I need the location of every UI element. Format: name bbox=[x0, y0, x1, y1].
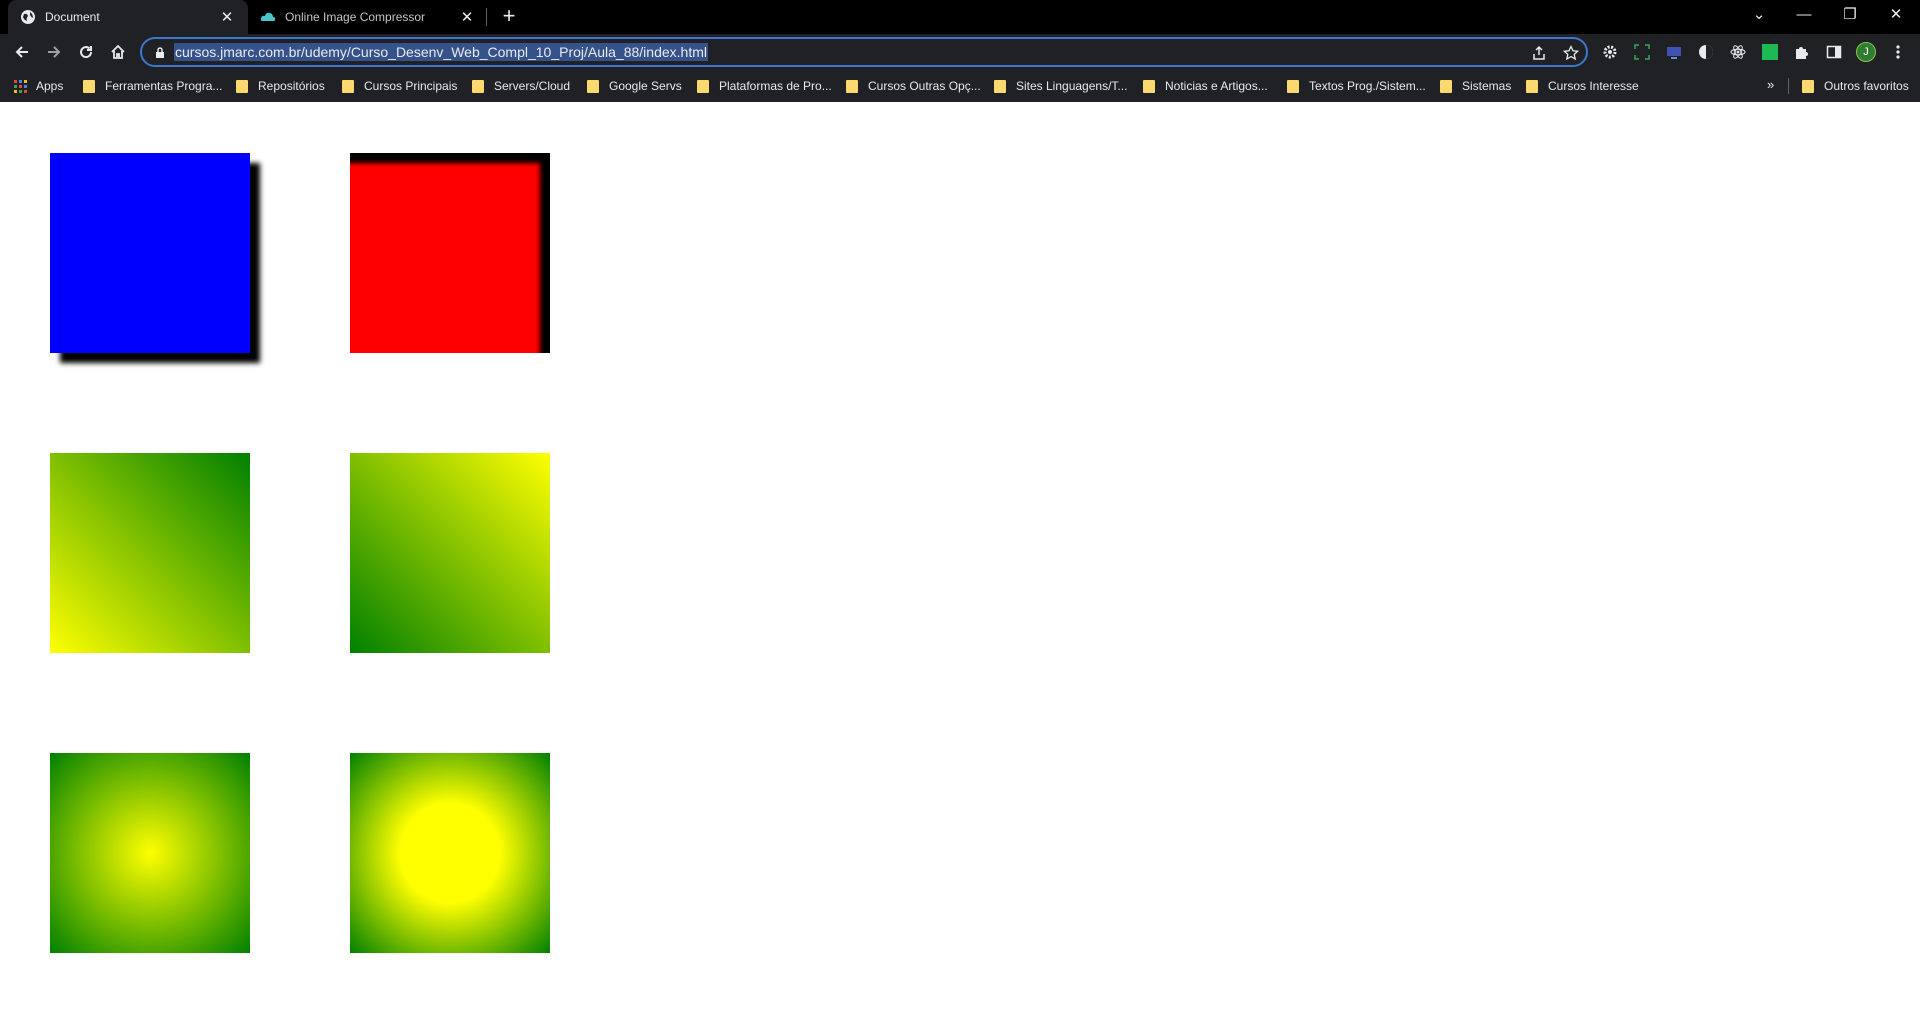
react-devtools-icon[interactable] bbox=[1728, 42, 1748, 62]
folder-icon bbox=[472, 79, 484, 93]
gear-extension-icon[interactable] bbox=[1600, 42, 1620, 62]
bookmark-folder[interactable]: Plataformas de Pro... bbox=[697, 77, 832, 95]
home-icon bbox=[111, 44, 125, 59]
side-panel-icon[interactable] bbox=[1824, 42, 1844, 62]
bookmarks-overflow-chevron[interactable]: » bbox=[1767, 77, 1774, 92]
folder-icon bbox=[994, 79, 1006, 93]
home-button[interactable] bbox=[104, 38, 132, 66]
folder-icon bbox=[236, 79, 248, 93]
back-arrow-icon bbox=[15, 46, 28, 58]
puzzle-extensions-icon[interactable] bbox=[1792, 42, 1812, 62]
bookmark-label: Repositórios bbox=[258, 79, 325, 93]
tab-title: Online Image Compressor bbox=[285, 10, 426, 24]
bookmark-folder[interactable]: Sites Linguagens/T... bbox=[994, 77, 1127, 95]
forward-button[interactable] bbox=[40, 38, 68, 66]
folder-icon bbox=[1526, 79, 1538, 93]
tab-document[interactable]: Document ✕ bbox=[8, 0, 248, 34]
browser-toolbar: cursos.jmarc.com.br/udemy/Curso_Desenv_W… bbox=[0, 34, 1920, 70]
bookmark-label: Plataformas de Pro... bbox=[719, 79, 832, 93]
bookmark-label: Sistemas bbox=[1462, 79, 1512, 93]
blue-box-drop-shadow bbox=[50, 153, 250, 353]
tab-online-image-compressor[interactable]: Online Image Compressor ✕ bbox=[248, 0, 488, 34]
bookmarks-bar: Apps Ferramentas Progra... Repositórios … bbox=[0, 70, 1920, 102]
bookmark-folder[interactable]: Repositórios bbox=[236, 77, 325, 95]
tab-title: Document bbox=[45, 10, 100, 24]
bookmark-label: Sites Linguagens/T... bbox=[1016, 79, 1128, 93]
bookmark-label: Ferramentas Progra... bbox=[105, 79, 223, 93]
linear-gradient-yellow-green bbox=[50, 453, 250, 653]
lock-icon[interactable] bbox=[154, 46, 166, 59]
folder-icon bbox=[342, 79, 354, 93]
back-button[interactable] bbox=[8, 38, 36, 66]
dark-mode-extension-icon[interactable] bbox=[1696, 42, 1716, 62]
menu-kebab-icon[interactable] bbox=[1888, 42, 1908, 62]
green-extension-icon[interactable] bbox=[1760, 42, 1780, 62]
bookmark-label: Cursos Principais bbox=[364, 79, 458, 93]
monitor-extension-icon[interactable] bbox=[1664, 42, 1684, 62]
bookmark-apps[interactable]: Apps bbox=[14, 77, 63, 95]
folder-icon bbox=[1287, 79, 1299, 93]
restore-button[interactable]: ❐ bbox=[1828, 0, 1872, 28]
bookmark-folder[interactable]: Textos Prog./Sistem... bbox=[1287, 77, 1426, 95]
tab-strip: Document ✕ Online Image Compressor ✕ + ⌄… bbox=[0, 0, 1920, 34]
forward-arrow-icon bbox=[48, 46, 61, 58]
linear-gradient-green-yellow bbox=[350, 453, 550, 653]
tab-separator bbox=[486, 8, 487, 26]
globe-icon bbox=[21, 10, 35, 24]
address-bar[interactable]: cursos.jmarc.com.br/udemy/Curso_Desenv_W… bbox=[140, 37, 1588, 67]
close-window-button[interactable]: ✕ bbox=[1874, 0, 1918, 28]
share-icon[interactable] bbox=[1530, 44, 1548, 62]
screenshot-extension-icon[interactable] bbox=[1632, 42, 1652, 62]
red-box-inset-shadow bbox=[350, 153, 550, 353]
bookmark-other-favorites[interactable]: Outros favoritos bbox=[1802, 77, 1909, 95]
tab-search-icon[interactable]: ⌄ bbox=[1737, 0, 1781, 28]
radial-gradient-large-center bbox=[350, 753, 550, 953]
reload-icon bbox=[80, 46, 93, 59]
profile-initial: J bbox=[1863, 46, 1869, 58]
bookmark-folder[interactable]: Ferramentas Progra... bbox=[83, 77, 222, 95]
folder-icon bbox=[83, 79, 95, 93]
close-tab-icon[interactable]: ✕ bbox=[458, 8, 476, 26]
folder-icon bbox=[1802, 79, 1814, 93]
bookmarks-separator bbox=[1788, 78, 1789, 94]
bookmark-label: Textos Prog./Sistem... bbox=[1309, 79, 1426, 93]
bookmark-folder[interactable]: Cursos Principais bbox=[342, 77, 457, 95]
folder-icon bbox=[697, 79, 709, 93]
folder-icon bbox=[587, 79, 599, 93]
bookmark-folder[interactable]: Cursos Interesse bbox=[1526, 77, 1639, 95]
bookmark-folder[interactable]: Cursos Outras Opç... bbox=[846, 77, 981, 95]
url-text[interactable]: cursos.jmarc.com.br/udemy/Curso_Desenv_W… bbox=[174, 43, 708, 61]
bookmark-folder[interactable]: Servers/Cloud bbox=[472, 77, 570, 95]
folder-icon bbox=[1440, 79, 1452, 93]
bookmark-star-icon[interactable] bbox=[1562, 44, 1580, 62]
bookmark-label: Cursos Outras Opç... bbox=[868, 79, 981, 93]
bookmark-label: Apps bbox=[36, 79, 64, 93]
minimize-button[interactable]: — bbox=[1782, 0, 1826, 28]
bookmark-folder[interactable]: Google Servs bbox=[587, 77, 682, 95]
radial-gradient-small-center bbox=[50, 753, 250, 953]
folder-icon bbox=[846, 79, 858, 93]
bookmark-folder[interactable]: Sistemas bbox=[1440, 77, 1511, 95]
bookmark-label: Cursos Interesse bbox=[1548, 79, 1639, 93]
page-viewport bbox=[0, 102, 1920, 1033]
bookmark-label: Google Servs bbox=[609, 79, 682, 93]
apps-grid-icon bbox=[14, 79, 27, 93]
bookmark-label: Outros favoritos bbox=[1824, 79, 1909, 93]
cloud-icon bbox=[260, 12, 276, 21]
new-tab-button[interactable]: + bbox=[497, 5, 521, 29]
bookmark-folder[interactable]: Noticias e Artigos... bbox=[1143, 77, 1268, 95]
bookmark-label: Noticias e Artigos... bbox=[1165, 79, 1268, 93]
reload-button[interactable] bbox=[72, 38, 100, 66]
bookmark-label: Servers/Cloud bbox=[494, 79, 571, 93]
close-tab-icon[interactable]: ✕ bbox=[218, 8, 236, 26]
folder-icon bbox=[1143, 79, 1155, 93]
profile-avatar[interactable]: J bbox=[1856, 42, 1876, 62]
